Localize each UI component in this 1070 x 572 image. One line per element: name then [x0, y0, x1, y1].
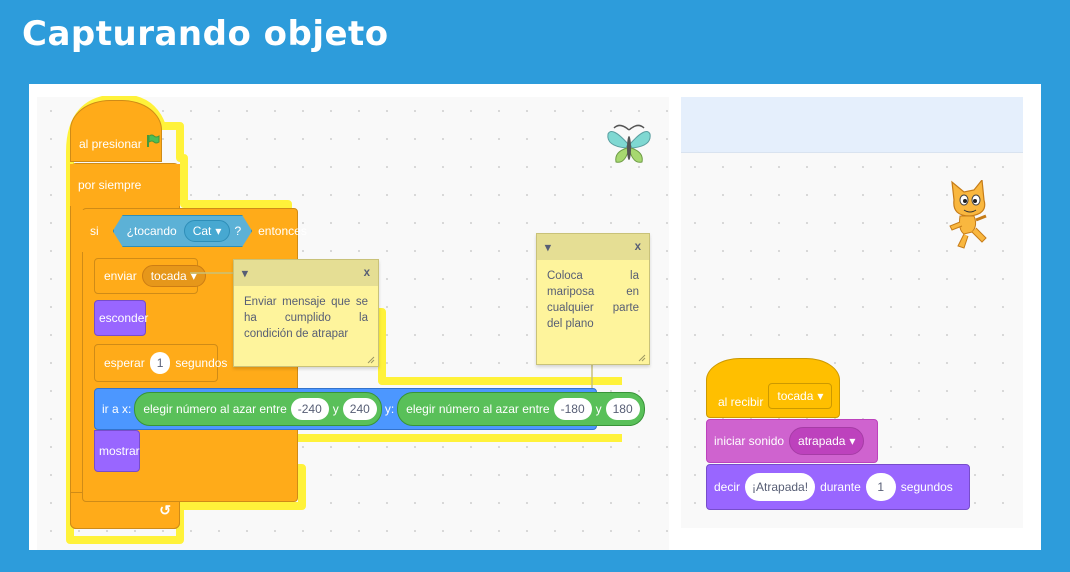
start-sound-block[interactable]: iniciar sonido atrapada ▾: [706, 419, 878, 463]
comment-note-2[interactable]: ▾ x Coloca la mariposa en cualquier part…: [536, 233, 650, 365]
receive-dropdown[interactable]: tocada ▾: [768, 383, 833, 409]
sound-dropdown[interactable]: atrapada ▾: [789, 427, 865, 455]
note-header: ▾ x: [537, 234, 649, 260]
resize-handle-icon[interactable]: [638, 354, 646, 362]
sprite-header-bar: [681, 97, 1023, 152]
sound-name: atrapada: [798, 434, 846, 448]
note-text[interactable]: Enviar mensaje que se ha cumplido la con…: [234, 286, 378, 350]
cat-sprite-icon: [949, 180, 987, 249]
chevron-down-icon[interactable]: ▾: [545, 240, 551, 254]
note-header: ▾ x: [234, 260, 378, 286]
comment-note-1[interactable]: ▾ x Enviar mensaje que se ha cumplido la…: [233, 259, 379, 367]
sound-label: iniciar sonido: [714, 434, 785, 448]
close-icon[interactable]: x: [364, 267, 370, 279]
say-secs-input[interactable]: 1: [865, 473, 896, 501]
close-icon[interactable]: x: [635, 241, 641, 253]
chevron-down-icon[interactable]: ▾: [242, 266, 248, 280]
receive-label: al recibir: [718, 395, 764, 409]
say-unit: segundos: [900, 480, 953, 494]
during-label: durante: [820, 480, 861, 494]
say-for-secs-block[interactable]: decir ¡Atrapada! durante 1 segundos: [706, 464, 970, 510]
chevron-down-icon: ▾: [849, 434, 856, 448]
receive-message: tocada: [777, 389, 814, 403]
butterfly-sprite-icon: [607, 124, 651, 163]
say-label: decir: [714, 480, 741, 494]
when-receive-hat[interactable]: al recibir tocada ▾: [706, 358, 840, 418]
chevron-down-icon: ▾: [817, 389, 824, 403]
resize-handle-icon[interactable]: [367, 356, 375, 364]
say-text-input[interactable]: ¡Atrapada!: [745, 473, 816, 501]
note-text[interactable]: Coloca la mariposa en cualquier parte de…: [537, 260, 649, 340]
